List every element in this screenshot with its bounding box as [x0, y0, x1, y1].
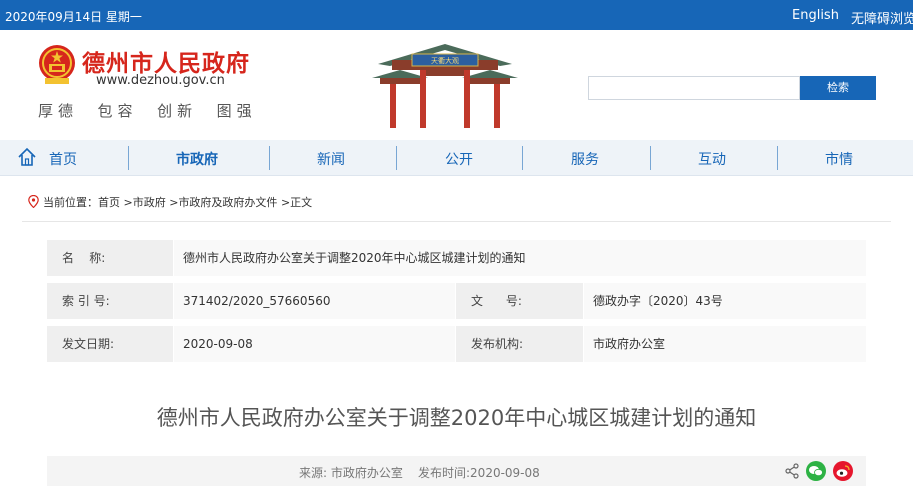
nav-divider: [128, 146, 129, 170]
nav-divider: [396, 146, 397, 170]
meta-label-doc-number: 文 号:: [456, 283, 583, 319]
main-nav: 首页 市政府 新闻 公开 服务 互动 市情: [0, 140, 913, 176]
article-title: 德州市人民政府办公室关于调整2020年中心城区城建计划的通知: [156, 406, 757, 430]
meta-row-index: 索 引 号: 371402/2020_57660560 文 号: 德政办字〔20…: [47, 283, 866, 319]
meta-value-doc-number: 德政办字〔2020〕43号: [584, 283, 866, 319]
national-emblem-icon: [39, 45, 75, 84]
nav-divider: [777, 146, 778, 170]
nav-item-news[interactable]: 新闻: [317, 149, 345, 169]
meta-row-date: 发文日期: 2020-09-08 发布机构: 市政府办公室: [47, 326, 866, 362]
city-motto: 厚德 包容 创新 图强: [38, 102, 257, 120]
nav-item-interaction[interactable]: 互动: [698, 149, 726, 169]
nav-item-public[interactable]: 公开: [445, 149, 473, 169]
meta-value-date: 2020-09-08: [174, 326, 455, 362]
gate-sign-text: 天衢大观: [431, 56, 459, 65]
nav-item-service[interactable]: 服务: [571, 149, 599, 169]
current-date: 2020年09月14日 星期一: [5, 10, 142, 24]
meta-label-name: 名 称:: [47, 240, 173, 276]
nav-item-city-info[interactable]: 市情: [825, 149, 853, 169]
nav-divider: [522, 146, 523, 170]
breadcrumb-separator: >: [280, 196, 291, 209]
search-input[interactable]: [588, 76, 800, 100]
meta-label-org: 发布机构:: [456, 326, 583, 362]
breadcrumb: 当前位置：首页 >市政府 >市政府及政府办文件 >正文: [28, 194, 312, 210]
breadcrumb-separator: >: [123, 196, 133, 209]
nav-divider: [269, 146, 270, 170]
meta-value-index: 371402/2020_57660560: [174, 283, 455, 319]
breadcrumb-item-documents[interactable]: 市政府及政府办文件: [178, 196, 277, 209]
breadcrumb-item-home[interactable]: 首页: [98, 196, 120, 209]
meta-value-org: 市政府办公室: [584, 326, 866, 362]
nav-item-home[interactable]: 首页: [49, 149, 77, 169]
meta-row-name: 名 称: 德州市人民政府办公室关于调整2020年中心城区城建计划的通知: [47, 240, 866, 276]
breadcrumb-item-government[interactable]: 市政府: [133, 196, 166, 209]
nav-item-government[interactable]: 市政府: [176, 149, 218, 169]
top-bar: 2020年09月14日 星期一 English 无障碍浏览: [0, 0, 913, 30]
meta-value-name: 德州市人民政府办公室关于调整2020年中心城区城建计划的通知: [174, 240, 866, 276]
archway-gate-icon: 天衢大观: [372, 44, 518, 128]
site-header: 德州市人民政府 www.dezhou.gov.cn 厚德 包容 创新 图强 天衢…: [0, 30, 913, 140]
breadcrumb-item-current: 正文: [290, 196, 313, 209]
site-url: www.dezhou.gov.cn: [96, 73, 225, 88]
home-icon: [18, 147, 36, 166]
location-pin-icon: [28, 195, 39, 208]
wechat-share-icon[interactable]: [806, 461, 826, 481]
article-publish-time: 发布时间:2020-09-08: [418, 466, 540, 480]
breadcrumb-prefix: 当前位置：: [43, 196, 98, 209]
article-info-bar: 来源: 市政府办公室 发布时间:2020-09-08: [47, 456, 866, 486]
meta-label-date: 发文日期:: [47, 326, 173, 362]
english-link[interactable]: English: [792, 8, 839, 23]
weibo-share-icon[interactable]: [833, 461, 853, 481]
article-source: 来源: 市政府办公室: [299, 466, 403, 480]
search-button[interactable]: 检索: [800, 76, 876, 100]
divider: [22, 221, 891, 222]
accessibility-link[interactable]: 无障碍浏览: [851, 8, 913, 27]
nav-divider: [650, 146, 651, 170]
content-area: 当前位置：首页 >市政府 >市政府及政府办文件 >正文 名 称: 德州市人民政府…: [0, 180, 913, 501]
meta-label-index: 索 引 号:: [47, 283, 173, 319]
share-icon[interactable]: [785, 463, 799, 479]
